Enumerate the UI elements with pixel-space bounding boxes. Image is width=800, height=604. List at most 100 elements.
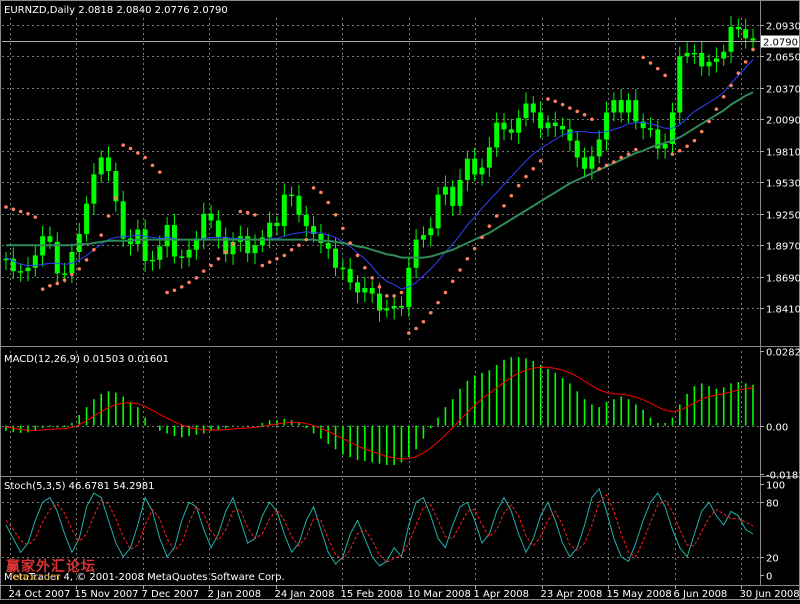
parabolic-sar-dot (663, 73, 667, 78)
time-tick-label: 30 Jun 2008 (740, 589, 800, 600)
price-bar (377, 293, 382, 311)
price-bar (435, 194, 441, 229)
price-bar (691, 52, 697, 55)
parabolic-sar-dot (487, 224, 492, 228)
parabolic-sar-dot (355, 253, 360, 258)
price-bar (142, 229, 148, 261)
parabolic-sar-dot (106, 214, 111, 218)
parabolic-sar-dot (297, 243, 301, 248)
price-bar (713, 58, 719, 62)
price-tick-label: 1.8970 (766, 242, 800, 253)
current-price-label: 2.0790 (763, 38, 798, 49)
parabolic-sar-dot (619, 155, 623, 160)
parabolic-sar-dot (597, 166, 602, 171)
price-bar (626, 100, 631, 113)
parabolic-sar-dot (18, 209, 23, 214)
price-bar (413, 239, 419, 268)
price-tick-label: 1.8410 (766, 305, 800, 316)
price-bar (647, 128, 653, 130)
price-bar (84, 203, 90, 234)
parabolic-sar-dot (62, 278, 67, 282)
chart-window: 2.0930 2.0650 2.0370 2.0090 1.9810 1.9530 1.92… (0, 0, 800, 600)
parabolic-sar-dot (216, 256, 221, 261)
price-bar (179, 256, 185, 258)
parabolic-sar-dot (4, 205, 8, 209)
price-bar (333, 248, 339, 268)
price-bar (164, 225, 170, 247)
macd-title: MACD(12,26,9) 0.01503 0.01601 (4, 354, 169, 365)
stoch-main-line (5, 487, 754, 567)
price-tick-label: 1.8690 (766, 274, 800, 285)
parabolic-sar-dot (465, 256, 470, 261)
price-bar (750, 38, 756, 41)
price-tick-label: 2.0090 (766, 116, 800, 127)
price-tick-label: 2.0650 (766, 53, 800, 64)
price-bar (501, 122, 507, 130)
parabolic-sar-dot (568, 106, 572, 110)
price-bar (281, 194, 287, 227)
price-tick-label: 2.0370 (766, 85, 800, 96)
price-bar (582, 157, 588, 169)
parabolic-sar-dot (685, 144, 689, 149)
parabolic-sar-dot (553, 99, 558, 104)
price-bar (120, 201, 126, 239)
price-bar (91, 174, 97, 204)
stoch-tick-label: 100 (766, 481, 785, 492)
parabolic-sar-dot (128, 146, 133, 151)
parabolic-sar-dot (421, 319, 426, 324)
price-tick-label: 1.9810 (766, 148, 800, 159)
price-bar (508, 129, 514, 133)
time-tick-label: 23 Apr 2008 (541, 589, 603, 600)
parabolic-sar-dot (260, 263, 265, 268)
price-bar (98, 157, 104, 175)
parabolic-sar-dot (363, 265, 367, 270)
parabolic-sar-dot (77, 267, 82, 271)
parabolic-sar-dot (443, 290, 448, 295)
price-bar (728, 27, 734, 52)
parabolic-sar-dot (612, 160, 616, 164)
parabolic-sar-dot (502, 204, 506, 208)
parabolic-sar-dot (575, 109, 580, 114)
parabolic-sar-dot (209, 263, 213, 268)
price-bar (721, 51, 727, 59)
price-bar (76, 234, 82, 252)
price-bar (47, 236, 53, 242)
parabolic-sar-dot (201, 269, 206, 273)
parabolic-sar-dot (692, 138, 697, 143)
price-bar (472, 158, 478, 175)
price-bar (420, 235, 426, 240)
parabolic-sar-dot (428, 310, 433, 315)
price-bar (18, 271, 24, 273)
parabolic-sar-dot (121, 143, 125, 147)
parabolic-sar-dot (494, 214, 499, 218)
parabolic-sar-dot (341, 226, 345, 231)
price-bar (442, 186, 448, 195)
time-tick-label: 15 Nov 2007 (75, 589, 139, 600)
price-bar (325, 243, 331, 249)
stoch-tick-label: 80 (766, 499, 779, 510)
price-bar (611, 100, 617, 113)
price-tick-label: 2.0930 (766, 22, 800, 33)
parabolic-sar-dot (648, 61, 653, 65)
parabolic-sar-dot (458, 268, 462, 272)
price-bar (384, 308, 390, 311)
price-bar (538, 112, 544, 129)
parabolic-sar-dot (736, 71, 741, 75)
parabolic-sar-dot (99, 233, 104, 237)
parabolic-sar-dot (84, 258, 89, 262)
price-bar (369, 288, 375, 294)
parabolic-sar-dot (604, 163, 609, 168)
parabolic-sar-dot (26, 211, 30, 216)
price-bar (201, 213, 207, 239)
price-bar (633, 100, 639, 122)
time-tick-label: 24 Jan 2008 (275, 589, 335, 600)
parabolic-sar-dot (450, 279, 455, 284)
time-tick-label: 15 Feb 2008 (341, 589, 403, 600)
parabolic-sar-dot (743, 60, 748, 64)
parabolic-sar-dot (655, 66, 660, 71)
time-tick-label: 2 Jan 2008 (208, 589, 262, 600)
parabolic-sar-dot (751, 47, 755, 52)
parabolic-sar-dot (304, 237, 309, 242)
parabolic-sar-dot (399, 290, 404, 295)
parabolic-sar-dot (677, 148, 682, 153)
